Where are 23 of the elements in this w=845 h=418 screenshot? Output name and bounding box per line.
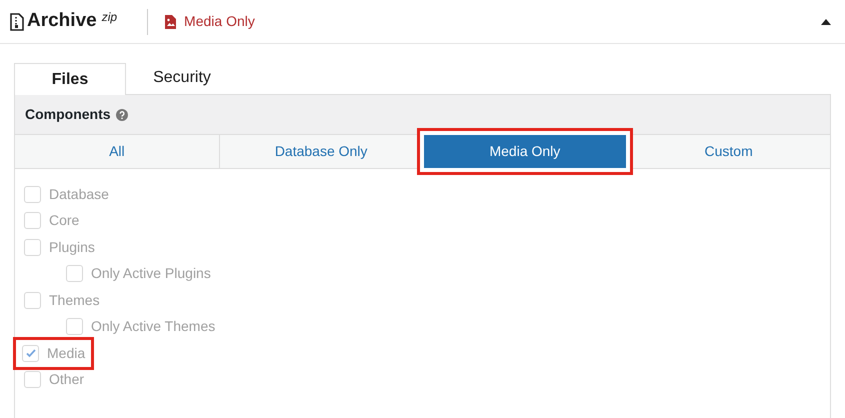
checkbox-label: Core xyxy=(49,211,80,230)
tab[interactable]: Security xyxy=(126,62,238,94)
help-icon[interactable] xyxy=(116,108,128,120)
preset-button[interactable]: Database Only xyxy=(220,135,422,168)
checkbox-label: Themes xyxy=(49,290,100,310)
checkmark-icon xyxy=(24,347,36,360)
checkbox-label: Only Active Themes xyxy=(91,317,216,336)
checkbox-label: Only Active Plugins xyxy=(91,264,211,284)
archive-title: Archive xyxy=(27,9,97,34)
checkbox-label: Other xyxy=(49,370,84,390)
collapse-caret-icon[interactable] xyxy=(821,18,831,24)
preset-button[interactable]: Custom xyxy=(627,135,830,168)
checkbox-label: Media xyxy=(47,344,86,363)
checkbox-label: Database xyxy=(49,184,109,204)
image-file-icon xyxy=(165,14,176,28)
tab[interactable]: Files xyxy=(14,63,126,95)
preset-button[interactable]: Media Only xyxy=(424,135,626,168)
mode-label: Media Only xyxy=(184,12,255,31)
preset-button[interactable]: All xyxy=(15,135,219,168)
checkbox-label: Plugins xyxy=(49,238,95,257)
zip-file-icon xyxy=(10,12,24,30)
section-title: Components xyxy=(25,105,111,124)
archive-format: zip xyxy=(102,8,118,26)
